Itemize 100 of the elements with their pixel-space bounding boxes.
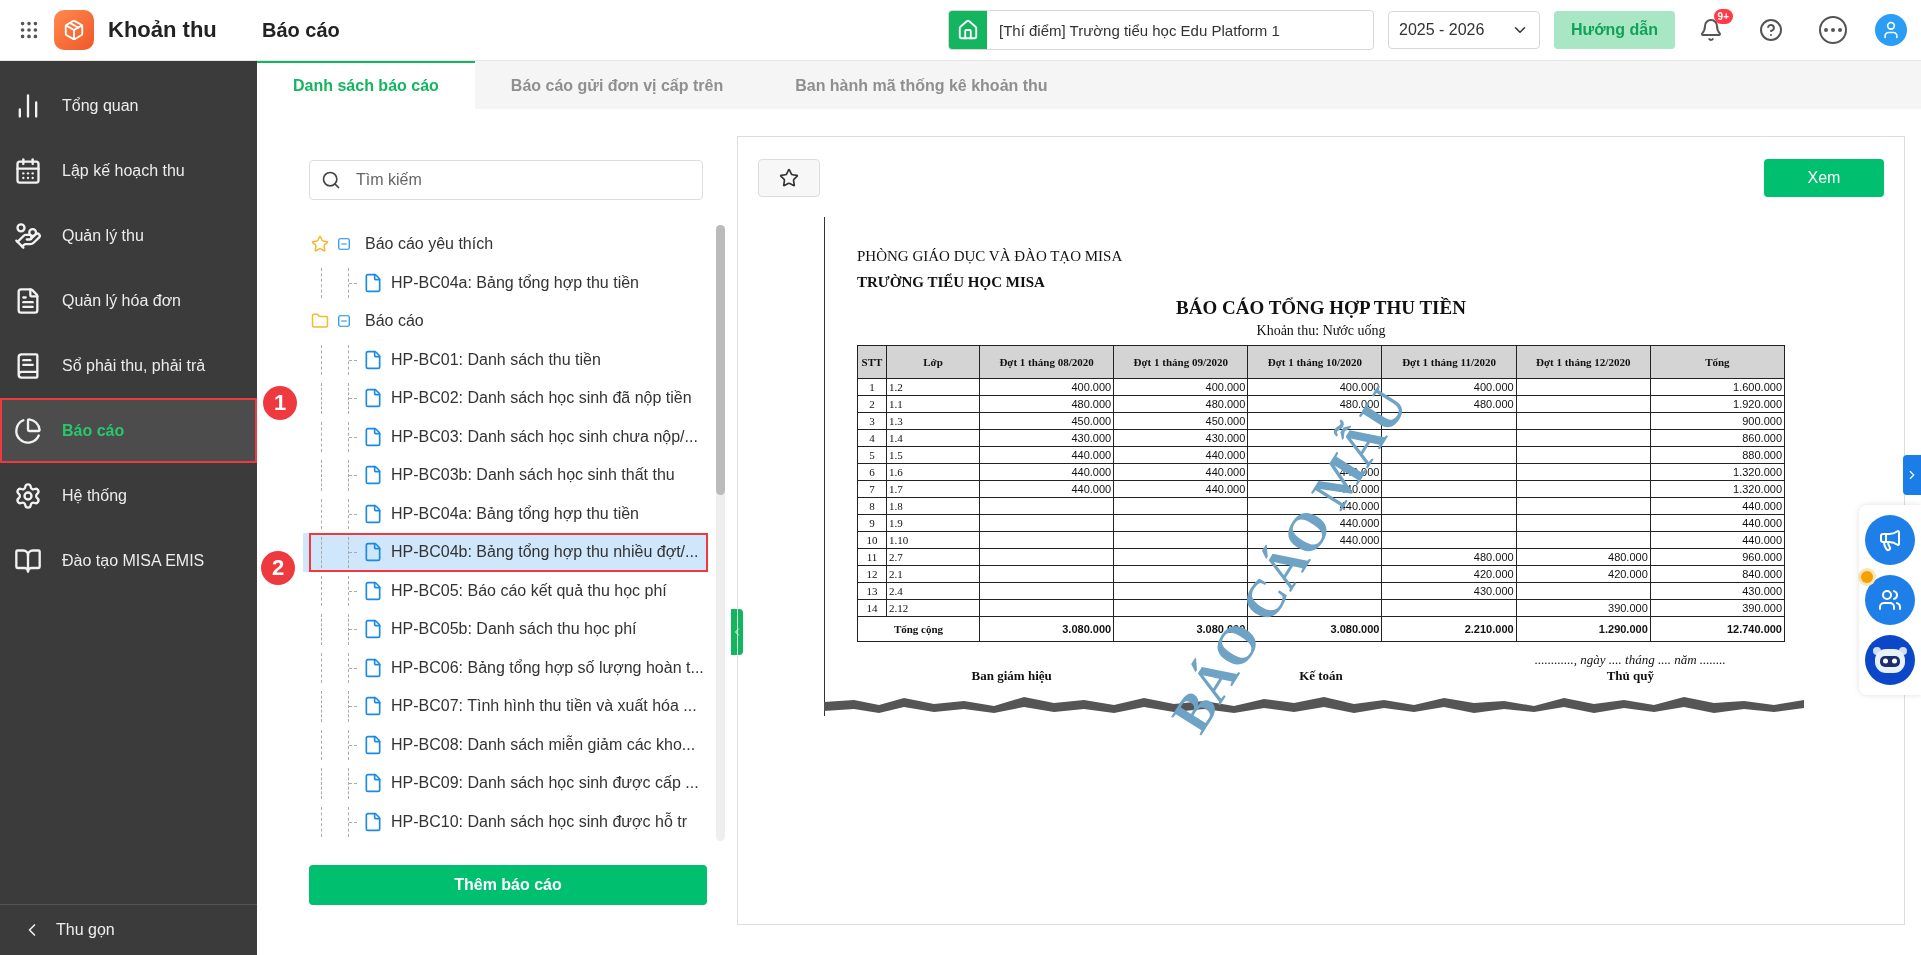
- table-cell: 10: [857, 531, 887, 549]
- table-cell: 440.000: [1113, 446, 1248, 464]
- table-cell: 900.000: [1650, 412, 1785, 430]
- tree-item[interactable]: HP-BC04b: Bảng tổng hợp thu nhiều đợt/...: [303, 533, 708, 572]
- sidebar-item[interactable]: Tổng quan: [0, 73, 257, 138]
- notification-icon[interactable]: [1699, 18, 1723, 42]
- table-cell: 1.4: [886, 429, 980, 447]
- table-cell: 3.080.000: [979, 616, 1114, 642]
- column-header: Lớp: [886, 345, 980, 379]
- table-cell: 2: [857, 395, 887, 413]
- date-line: ............, ngày .... tháng .... năm ........: [1533, 652, 1727, 668]
- table-cell: 960.000: [1650, 548, 1785, 566]
- file-icon: [363, 696, 383, 717]
- tree-item[interactable]: HP-BC08: Danh sách miễn giảm các kho...: [303, 725, 708, 764]
- file-icon: [363, 542, 383, 563]
- tree-item[interactable]: HP-BC10: Danh sách học sinh được hỗ tr: [303, 802, 708, 841]
- tree-group[interactable]: Báo cáo yêu thích: [303, 225, 708, 264]
- sidebar-item[interactable]: Quản lý hóa đơn: [0, 268, 257, 333]
- collapse-button[interactable]: Thu gọn: [0, 904, 257, 955]
- sidebar-item[interactable]: Sổ phải thu, phải trả: [0, 333, 257, 398]
- tree-group[interactable]: Báo cáo: [303, 302, 708, 341]
- table-cell: 2.1: [886, 565, 980, 583]
- robot-icon: [1872, 645, 1908, 675]
- tree-item[interactable]: HP-BC01: Danh sách thu tiền: [303, 340, 708, 379]
- column-header: Đợt 1 tháng 09/2020: [1113, 345, 1248, 379]
- table-cell: 1.6: [886, 463, 980, 481]
- table-cell: 7: [857, 480, 887, 498]
- tree-item[interactable]: HP-BC02: Danh sách học sinh đã nộp tiền: [303, 379, 708, 418]
- file-icon: [363, 657, 383, 678]
- floating-tool-button[interactable]: [1865, 635, 1915, 685]
- table-cell: 4: [857, 429, 887, 447]
- step-badge: 1: [263, 386, 297, 420]
- favorite-button[interactable]: [758, 159, 820, 197]
- sidebar-item[interactable]: Quản lý thu: [0, 203, 257, 268]
- scrollbar[interactable]: [716, 225, 725, 841]
- signature-label: Ban giám hiệu: [970, 668, 1053, 684]
- app-name: Khoản thu: [108, 17, 218, 43]
- table-cell: 2.4: [886, 582, 980, 600]
- table-cell: 440.000: [1113, 463, 1248, 481]
- table-cell: 430.000: [979, 429, 1114, 447]
- table-cell: 1.3: [886, 412, 980, 430]
- table-cell: 440.000: [1650, 497, 1785, 515]
- file-icon: [363, 465, 383, 486]
- step-badge: 2: [261, 551, 295, 585]
- page-title: Báo cáo: [262, 18, 341, 42]
- sidebar-item[interactable]: Hệ thống: [0, 463, 257, 528]
- home-icon: [957, 19, 979, 41]
- table-cell: 12.740.000: [1650, 616, 1785, 642]
- signature-label: Thủ quỹ: [1605, 668, 1655, 684]
- pie-chart-icon: [14, 416, 42, 445]
- table-cell: 480.000: [1113, 395, 1248, 413]
- tree-item[interactable]: HP-BC05: Báo cáo kết quả thu học phí: [303, 571, 708, 610]
- collapse-icon[interactable]: [337, 237, 351, 252]
- avatar[interactable]: [1875, 14, 1907, 46]
- table-cell: 8: [857, 497, 887, 515]
- table-cell: 440.000: [1650, 531, 1785, 549]
- tree-item[interactable]: HP-BC04a: Bảng tổng hợp thu tiền: [303, 263, 708, 302]
- star-icon: [779, 168, 799, 188]
- table-cell: 12: [857, 565, 887, 583]
- table-cell: 390.000: [1650, 599, 1785, 617]
- tree-item[interactable]: HP-BC04a: Bảng tổng hợp thu tiền: [303, 494, 708, 533]
- tree-item[interactable]: HP-BC06: Bảng tổng hợp số lượng hoàn t...: [303, 648, 708, 687]
- table-cell: 440.000: [979, 480, 1114, 498]
- app-grid-icon[interactable]: [18, 19, 40, 41]
- home-button[interactable]: [949, 11, 987, 49]
- column-header: Đợt 1 tháng 11/2020: [1381, 345, 1517, 379]
- sidebar-item[interactable]: Báo cáo: [0, 398, 257, 463]
- tree-item[interactable]: HP-BC05b: Danh sách thu học phí: [303, 610, 708, 649]
- collapse-icon[interactable]: [337, 314, 351, 329]
- column-header: Đợt 1 tháng 08/2020: [979, 345, 1114, 379]
- file-icon: [363, 426, 383, 447]
- school-selector[interactable]: [Thí điểm] Trường tiểu học Edu Platform 1: [948, 10, 1374, 50]
- search-icon: [321, 170, 341, 190]
- more-icon[interactable]: [1819, 16, 1847, 44]
- sidebar-item[interactable]: Đào tạo MISA EMIS: [0, 528, 257, 593]
- hand-coin-icon: [14, 221, 42, 250]
- table-cell: 1.8: [886, 497, 980, 515]
- table-cell: 1.290.000: [1516, 616, 1651, 642]
- tree-item[interactable]: HP-BC03b: Danh sách học sinh thất thu: [303, 456, 708, 495]
- year-selector[interactable]: 2025 - 2026: [1388, 11, 1540, 49]
- table-cell: 9: [857, 514, 887, 532]
- tree-item[interactable]: HP-BC09: Danh sách học sinh được cấp ...: [303, 764, 708, 803]
- help-icon[interactable]: [1759, 18, 1783, 42]
- table-cell: 430.000: [1381, 582, 1517, 600]
- search-field[interactable]: Tìm kiếm: [309, 160, 703, 200]
- table-cell: 5: [857, 446, 887, 464]
- table-cell: 450.000: [979, 412, 1114, 430]
- tree-item[interactable]: HP-BC07: Tình hình thu tiền và xuất hóa ...: [303, 687, 708, 726]
- megaphone-icon: [1878, 528, 1902, 552]
- expand-panel-tab[interactable]: [1903, 455, 1921, 495]
- table-cell: Tổng cộng: [857, 616, 980, 642]
- table-cell: 480.000: [1381, 548, 1517, 566]
- table-cell: 480.000: [979, 395, 1114, 413]
- table-cell: 430.000: [1650, 582, 1785, 600]
- table-cell: 2.12: [886, 599, 980, 617]
- table-cell: 6: [857, 463, 887, 481]
- tree-item[interactable]: HP-BC03: Danh sách học sinh chưa nộp/...: [303, 417, 708, 456]
- settings-icon: [14, 481, 42, 510]
- table-cell: 2.210.000: [1381, 616, 1517, 642]
- sidebar-item[interactable]: Lập kế hoạch thu: [0, 138, 257, 203]
